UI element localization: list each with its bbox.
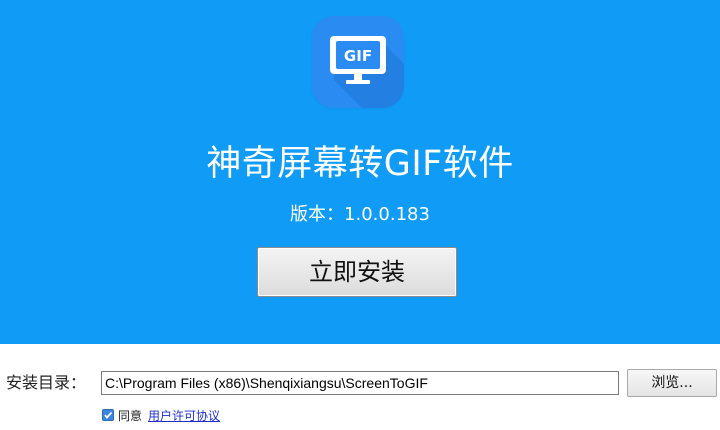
install-now-button[interactable]: 立即安装 [257, 247, 457, 297]
version-label: 版本：1.0.0.183 [290, 204, 430, 225]
icon-label: GIF [344, 47, 372, 65]
gif-monitor-icon: GIF [312, 16, 404, 108]
app-title: 神奇屏幕转GIF软件 [206, 144, 514, 184]
agree-checkbox[interactable] [102, 409, 114, 421]
hero-banner: GIF 神奇屏幕转GIF软件 版本：1.0.0.183 立即安装 [0, 0, 720, 344]
checkmark-icon [104, 411, 113, 419]
license-agreement-link[interactable]: 用户许可协议 [148, 407, 220, 424]
agreement-row: 同意 用户许可协议 [102, 407, 220, 423]
browse-button[interactable]: 浏览... [627, 369, 717, 397]
install-path-input[interactable] [101, 371, 619, 395]
install-directory-label: 安装目录： [6, 373, 87, 392]
agree-label: 同意 [118, 408, 143, 423]
